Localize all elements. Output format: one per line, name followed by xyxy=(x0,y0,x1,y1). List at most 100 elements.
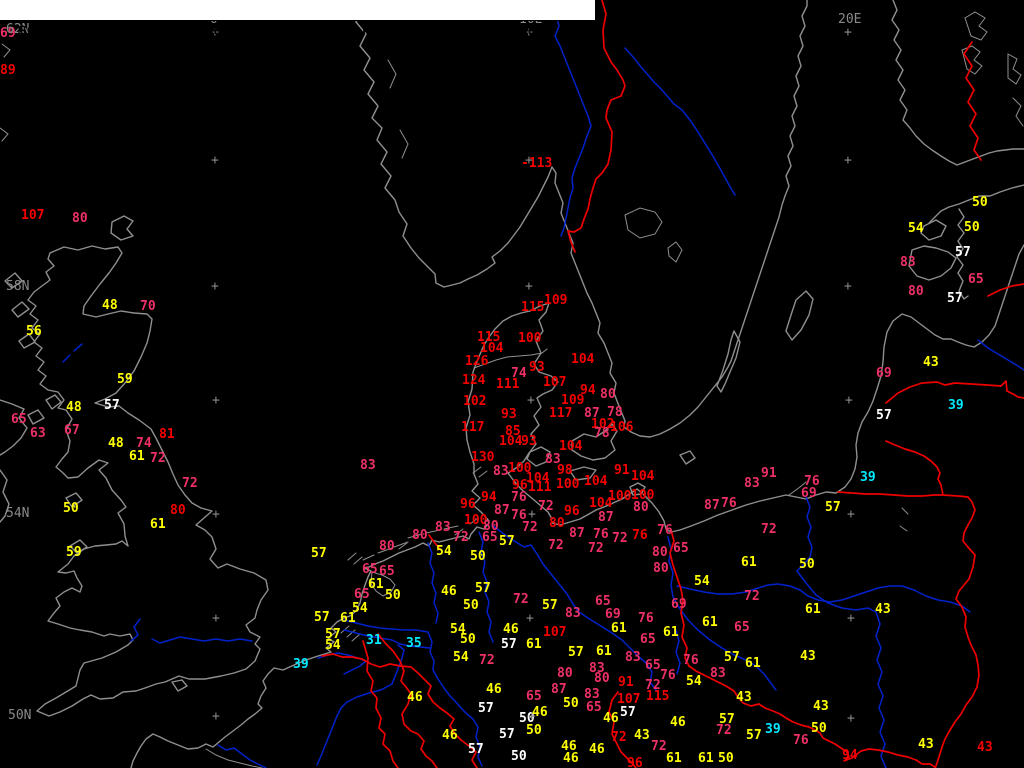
station-gust-value: 65 xyxy=(640,632,656,647)
station-gust-value: 80 xyxy=(633,500,649,515)
station-gust-value: 76 xyxy=(632,528,648,543)
station-gust-value: 81 xyxy=(159,427,175,442)
station-gust-value: 48 xyxy=(108,436,124,451)
station-gust-value: 102 xyxy=(463,394,487,409)
station-gust-value: 54 xyxy=(453,650,469,665)
station-gust-value: 57 xyxy=(499,727,515,742)
station-gust-value: 80 xyxy=(412,528,428,543)
station-gust-value: 31 xyxy=(366,633,382,648)
station-gust-value: 91 xyxy=(761,466,777,481)
station-gust-value: 78 xyxy=(594,426,610,441)
station-gust-value: 72 xyxy=(522,520,538,535)
station-gust-value: 109 xyxy=(544,293,568,308)
labels-layer: 7669891078048705659485765636748748161727… xyxy=(0,0,1024,768)
station-gust-value: 72 xyxy=(744,589,760,604)
station-gust-value: 107 xyxy=(543,375,567,390)
station-gust-value: 35 xyxy=(406,636,422,651)
station-gust-value: 80 xyxy=(379,539,395,554)
station-gust-value: 96 xyxy=(460,497,476,512)
station-gust-value: 61 xyxy=(666,751,682,766)
station-gust-value: 48 xyxy=(102,298,118,313)
station-gust-value: 76 xyxy=(721,496,737,511)
station-gust-value: 50 xyxy=(463,598,479,613)
graticule-cross: + xyxy=(525,153,533,168)
title-bar: SON 14.01.07 09:00 UTC Bodenwettermeldun… xyxy=(0,0,596,38)
station-gust-value: 56 xyxy=(26,324,42,339)
station-gust-value: 59 xyxy=(66,545,82,560)
graticule-cross: + xyxy=(526,611,534,626)
station-gust-value: 76 xyxy=(657,523,673,538)
station-gust-value: 80 xyxy=(594,671,610,686)
station-gust-value: 80 xyxy=(600,387,616,402)
station-gust-value: 72 xyxy=(150,451,166,466)
station-gust-value: 50 xyxy=(526,723,542,738)
station-gust-value: 107 xyxy=(21,208,45,223)
station-gust-value: 72 xyxy=(182,476,198,491)
station-gust-value: 80 xyxy=(653,561,669,576)
station-gust-value: 39 xyxy=(765,722,781,737)
station-gust-value: 87 xyxy=(494,503,510,518)
station-gust-value: 65 xyxy=(586,700,602,715)
station-gust-value: 106 xyxy=(610,420,634,435)
station-gust-value: 117 xyxy=(549,406,573,421)
station-gust-value: 83 xyxy=(360,458,376,473)
station-gust-value: 57 xyxy=(475,581,491,596)
station-gust-value: 104 xyxy=(499,434,523,449)
station-gust-value: 61 xyxy=(611,621,627,636)
station-gust-value: 104 xyxy=(559,439,583,454)
station-gust-value: 104 xyxy=(571,352,595,367)
station-gust-value: 104 xyxy=(584,474,608,489)
station-gust-value: 83 xyxy=(625,650,641,665)
station-gust-value: 87 xyxy=(598,510,614,525)
station-gust-value: 76 xyxy=(511,490,527,505)
graticule-label: 20E xyxy=(838,12,862,27)
station-gust-value: 61 xyxy=(698,751,714,766)
station-gust-value: 91 xyxy=(618,675,634,690)
station-gust-value: 65 xyxy=(354,587,370,602)
station-gust-value: 61 xyxy=(702,615,718,630)
station-gust-value: 111 xyxy=(528,480,552,495)
station-gust-value: 87 xyxy=(704,498,720,513)
graticule-cross: + xyxy=(528,507,536,522)
graticule-cross: + xyxy=(212,611,220,626)
station-gust-value: 43 xyxy=(875,602,891,617)
station-gust-value: 50 xyxy=(972,195,988,210)
station-gust-value: 65 xyxy=(11,412,27,427)
station-gust-value: 80 xyxy=(557,666,573,681)
station-gust-value: 57 xyxy=(568,645,584,660)
station-gust-value: 50 xyxy=(385,588,401,603)
station-gust-value: 65 xyxy=(968,272,984,287)
station-gust-value: 72 xyxy=(761,522,777,537)
station-gust-value: 43 xyxy=(800,649,816,664)
station-gust-value: 80 xyxy=(170,503,186,518)
station-gust-value: 46 xyxy=(442,728,458,743)
station-gust-value: 61 xyxy=(741,555,757,570)
station-gust-value: 57 xyxy=(825,500,841,515)
station-gust-value: 57 xyxy=(876,408,892,423)
station-gust-value: 50 xyxy=(964,220,980,235)
station-gust-value: 69 xyxy=(876,366,892,381)
station-gust-value: 57 xyxy=(104,398,120,413)
station-gust-value: 70 xyxy=(140,299,156,314)
station-gust-value: 57 xyxy=(314,610,330,625)
station-gust-value: 72 xyxy=(612,531,628,546)
station-gust-value: 54 xyxy=(908,221,924,236)
station-gust-value: 54 xyxy=(686,674,702,689)
station-gust-value: 57 xyxy=(724,650,740,665)
station-gust-value: 43 xyxy=(634,728,650,743)
station-gust-value: 89 xyxy=(0,63,16,78)
station-gust-value: 50 xyxy=(718,751,734,766)
station-gust-value: 50 xyxy=(460,632,476,647)
station-gust-value: 111 xyxy=(496,377,520,392)
station-gust-value: 72 xyxy=(588,541,604,556)
station-gust-value: 61 xyxy=(150,517,166,532)
station-gust-value: 124 xyxy=(462,373,486,388)
station-gust-value: 83 xyxy=(900,255,916,270)
station-gust-value: 50 xyxy=(563,696,579,711)
station-gust-value: 46 xyxy=(441,584,457,599)
station-gust-value: 80 xyxy=(549,516,565,531)
station-gust-value: 46 xyxy=(670,715,686,730)
station-gust-value: 87 xyxy=(569,526,585,541)
graticule-cross: + xyxy=(844,25,852,40)
station-gust-value: 72 xyxy=(513,592,529,607)
